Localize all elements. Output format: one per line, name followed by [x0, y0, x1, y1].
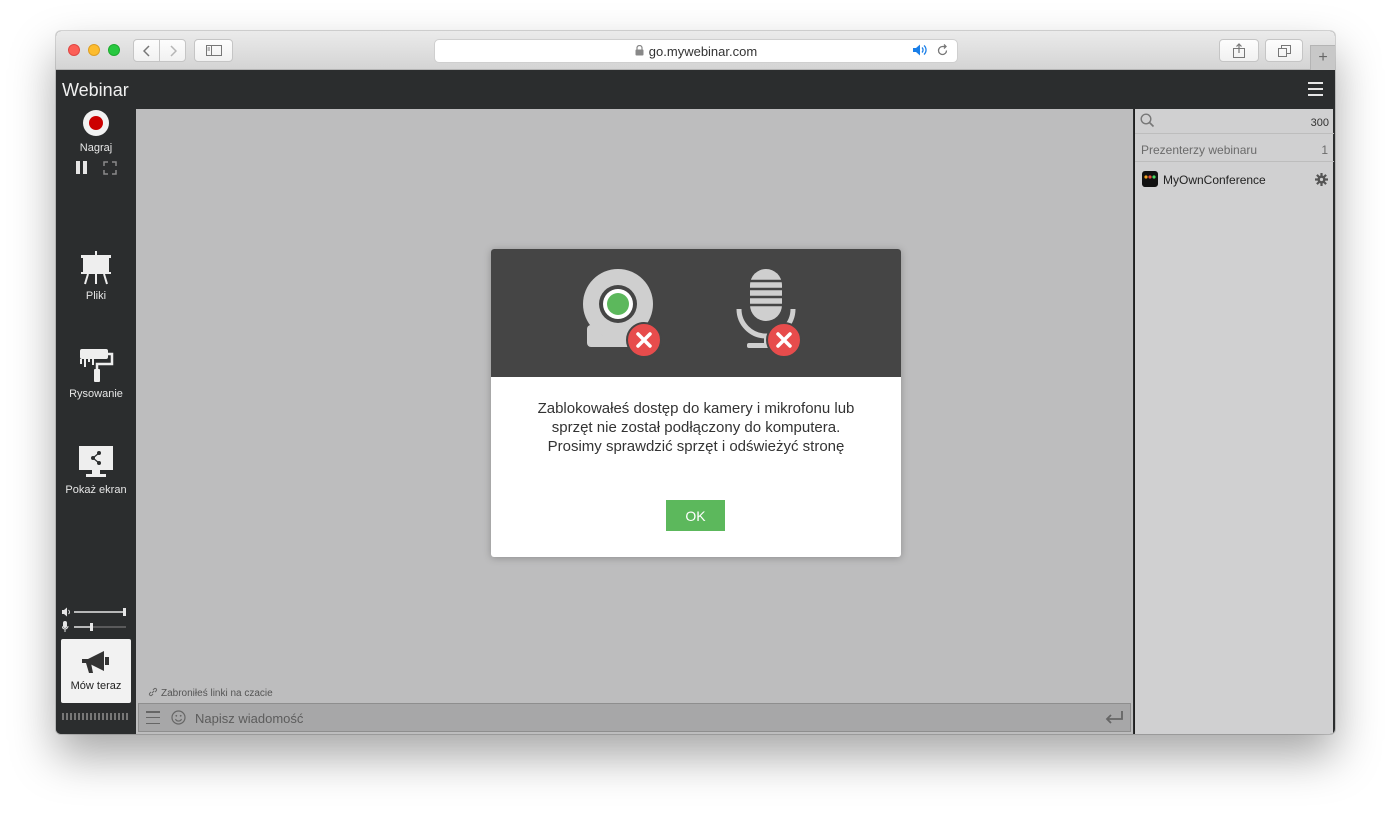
drawing-button[interactable]: Rysowanie: [56, 347, 136, 400]
dialog-message-line: Zablokowałeś dostęp do kamery i mikrofon…: [537, 400, 855, 417]
reload-icon[interactable]: [936, 43, 949, 60]
chat-menu-icon[interactable]: [146, 711, 160, 724]
participants-search[interactable]: 300: [1135, 109, 1334, 134]
sidebar-toggle-button[interactable]: [194, 39, 233, 62]
participants-count: 300: [1310, 117, 1329, 129]
forward-button[interactable]: [159, 40, 185, 61]
paint-roller-icon: [80, 349, 114, 382]
chat-bar: [138, 703, 1131, 732]
megaphone-icon: [82, 651, 109, 673]
dialog-message-line: sprzęt nie został podłączony do komputer…: [551, 419, 841, 436]
fullscreen-icon[interactable]: [103, 161, 117, 180]
search-icon: [1140, 113, 1155, 128]
share-screen-label: Pokaż ekran: [65, 484, 127, 496]
participant-row[interactable]: MyOwnConference: [1135, 163, 1334, 193]
pause-icon[interactable]: [76, 161, 88, 179]
close-window-button[interactable]: [68, 44, 80, 56]
presenters-section-count: 1: [1321, 143, 1328, 157]
share-icon: [1233, 43, 1245, 58]
ok-button[interactable]: OK: [666, 500, 725, 531]
presenters-section-header: Prezenterzy webinaru 1: [1135, 134, 1334, 162]
microphone-blocked-icon: [736, 269, 802, 358]
emoji-icon[interactable]: [171, 710, 186, 730]
url-text: go.mywebinar.com: [648, 43, 758, 59]
dialog-header: [491, 249, 901, 377]
drawing-label: Rysowanie: [69, 388, 123, 400]
chevron-left-icon: [142, 44, 150, 57]
sidebar-icon: [205, 45, 222, 56]
speak-now-label: Mów teraz: [70, 680, 122, 692]
screen-share-icon: [79, 446, 113, 477]
tabs-icon: [1277, 44, 1291, 57]
address-bar[interactable]: go.mywebinar.com: [434, 39, 958, 63]
participants-panel: 300 Prezenterzy webinaru 1 MyOwnConferen…: [1134, 109, 1334, 734]
presenters-section-title: Prezenterzy webinaru: [1141, 143, 1258, 157]
speak-now-button[interactable]: Mów teraz: [61, 639, 131, 703]
share-button[interactable]: [1219, 39, 1259, 62]
webcam-blocked-icon: [583, 269, 662, 358]
tabs-overview-button[interactable]: [1265, 39, 1303, 62]
send-enter-icon[interactable]: [1104, 710, 1124, 730]
chat-links-notice-text: Zabroniłeś linki na czacie: [161, 688, 273, 699]
navigation-buttons: [133, 39, 186, 62]
zoom-window-button[interactable]: [108, 44, 120, 56]
dialog-message-line: Prosimy sprawdzić sprzęt i odświeżyć str…: [547, 438, 845, 455]
gear-icon[interactable]: [1315, 173, 1328, 186]
new-tab-button[interactable]: +: [1310, 45, 1335, 70]
hamburger-menu-icon[interactable]: [1308, 82, 1323, 96]
record-icon: [83, 110, 109, 136]
record-button[interactable]: Nagraj: [56, 109, 136, 154]
chat-links-notice: Zabroniłeś linki na czacie: [148, 687, 273, 699]
participant-name: MyOwnConference: [1163, 173, 1266, 187]
lock-icon: [635, 44, 644, 59]
share-screen-button[interactable]: Pokaż ekran: [56, 445, 136, 496]
device-blocked-dialog: Zablokowałeś dostęp do kamery i mikrofon…: [491, 249, 901, 557]
audio-level-meter: [62, 713, 130, 720]
chat-message-input[interactable]: [195, 709, 995, 727]
record-label: Nagraj: [79, 142, 113, 154]
app-title: Webinar: [62, 80, 129, 100]
speaker-icon[interactable]: [912, 43, 928, 60]
chevron-right-icon: [169, 44, 177, 57]
conference-logo-icon: [1142, 171, 1158, 187]
back-button[interactable]: [134, 40, 159, 61]
left-toolbar: Nagraj Pliki Rysowanie Pokaż ekran Mów t…: [56, 109, 136, 734]
link-icon: [148, 687, 158, 697]
app-header: Webinar: [56, 71, 1335, 109]
microphone-volume-slider[interactable]: [61, 619, 128, 637]
presentation-board-icon: [81, 251, 111, 285]
dialog-message: Zablokowałeś dostęp do kamery i mikrofon…: [491, 399, 901, 456]
files-label: Pliki: [85, 290, 107, 302]
browser-titlebar: go.mywebinar.com +: [56, 31, 1335, 70]
files-button[interactable]: Pliki: [56, 251, 136, 302]
minimize-window-button[interactable]: [88, 44, 100, 56]
